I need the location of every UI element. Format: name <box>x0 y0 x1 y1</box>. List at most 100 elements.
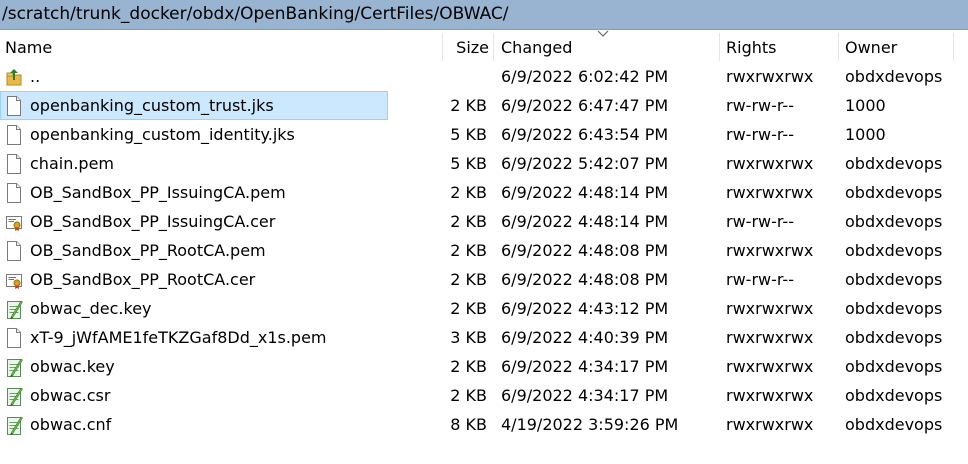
file-row[interactable]: OB_SandBox_PP_IssuingCA.pem 2 KB 6/9/2022 … <box>0 178 968 207</box>
file-icon <box>5 327 23 349</box>
file-name: openbanking_custom_identity.jks <box>30 125 295 144</box>
file-rights: rwxrwxrwx <box>726 67 814 86</box>
file-size: 2 KB <box>450 96 487 115</box>
file-name: obwac_dec.key <box>30 299 152 318</box>
file-owner: obdxdevops <box>845 270 943 289</box>
file-row[interactable]: obwac.key 2 KB 6/9/2022 4:34:17 PM rwxrwxrw… <box>0 352 968 381</box>
file-owner: obdxdevops <box>845 299 943 318</box>
file-owner: obdxdevops <box>845 67 943 86</box>
file-name: openbanking_custom_trust.jks <box>30 96 274 115</box>
file-changed: 6/9/2022 4:48:14 PM <box>501 183 669 202</box>
file-changed: 6/9/2022 4:34:17 PM <box>501 357 669 376</box>
file-owner: obdxdevops <box>845 386 943 405</box>
file-name: OB_SandBox_PP_RootCA.cer <box>30 270 256 289</box>
file-size: 3 KB <box>450 328 487 347</box>
file-size: 2 KB <box>450 241 487 260</box>
notepad-icon <box>5 414 23 436</box>
file-rights: rw-rw-r-- <box>726 125 794 144</box>
file-size: 2 KB <box>450 299 487 318</box>
file-name: xT-9_jWfAME1feTKZGaf8Dd_x1s.pem <box>30 328 327 347</box>
file-owner: 1000 <box>845 96 886 115</box>
file-rights: rwxrwxrwx <box>726 328 814 347</box>
file-size: 2 KB <box>450 386 487 405</box>
sort-descending-icon <box>597 30 609 37</box>
file-owner: obdxdevops <box>845 415 943 434</box>
file-size: 2 KB <box>450 183 487 202</box>
file-row[interactable]: openbanking_custom_identity.jks 5 KB 6/9/2… <box>0 120 968 149</box>
file-owner: obdxdevops <box>845 212 943 231</box>
file-rights: rwxrwxrwx <box>726 357 814 376</box>
column-header-owner[interactable]: Owner <box>845 31 897 62</box>
file-row[interactable]: obwac.csr 2 KB 6/9/2022 4:34:17 PM rwxrwxrw… <box>0 381 968 410</box>
file-changed: 4/19/2022 3:59:26 PM <box>501 415 679 434</box>
file-rights: rwxrwxrwx <box>726 386 814 405</box>
file-changed: 6/9/2022 4:34:17 PM <box>501 386 669 405</box>
column-divider[interactable] <box>719 33 720 61</box>
file-rights: rw-rw-r-- <box>726 212 794 231</box>
file-owner: 1000 <box>845 125 886 144</box>
file-row[interactable]: OB_SandBox_PP_RootCA.pem 2 KB 6/9/2022 4:4… <box>0 236 968 265</box>
file-rights: rwxrwxrwx <box>726 415 814 434</box>
notepad-icon <box>5 385 23 407</box>
file-owner: obdxdevops <box>845 328 943 347</box>
column-header-rights[interactable]: Rights <box>726 31 776 62</box>
file-rights: rwxrwxrwx <box>726 241 814 260</box>
parent-folder-icon <box>5 66 23 88</box>
column-header-size[interactable]: Size <box>456 31 489 62</box>
file-row[interactable]: .. 6/9/2022 6:02:42 PM rwxrwxrwx obdxdevops <box>0 62 968 91</box>
file-size: 2 KB <box>450 212 487 231</box>
file-row[interactable]: obwac.cnf 8 KB 4/19/2022 3:59:26 PM rwxrwxr… <box>0 410 968 439</box>
file-row[interactable]: obwac_dec.key 2 KB 6/9/2022 4:43:12 PM rwxr… <box>0 294 968 323</box>
column-header-name[interactable]: Name <box>5 31 52 62</box>
file-changed: 6/9/2022 6:43:54 PM <box>501 125 669 144</box>
file-size: 8 KB <box>450 415 487 434</box>
file-name: OB_SandBox_PP_IssuingCA.pem <box>30 183 286 202</box>
file-rights: rw-rw-r-- <box>726 96 794 115</box>
notepad-icon <box>5 356 23 378</box>
file-name: obwac.key <box>30 357 115 376</box>
path-text: /scratch/trunk_docker/obdx/OpenBanking/C… <box>2 4 509 24</box>
file-row[interactable]: openbanking_custom_trust.jks 2 KB 6/9/2022… <box>0 91 968 120</box>
file-rights: rwxrwxrwx <box>726 154 814 173</box>
file-icon <box>5 240 23 262</box>
file-name: OB_SandBox_PP_RootCA.pem <box>30 241 266 260</box>
file-size: 2 KB <box>450 357 487 376</box>
file-name: .. <box>30 67 41 86</box>
file-changed: 6/9/2022 4:48:08 PM <box>501 241 669 260</box>
file-row[interactable]: xT-9_jWfAME1feTKZGaf8Dd_x1s.pem 3 KB 6/9/2… <box>0 323 968 352</box>
file-owner: obdxdevops <box>845 357 943 376</box>
file-changed: 6/9/2022 6:02:42 PM <box>501 67 669 86</box>
file-icon <box>5 95 23 117</box>
file-owner: obdxdevops <box>845 154 943 173</box>
file-owner: obdxdevops <box>845 183 943 202</box>
certificate-icon <box>5 269 23 291</box>
file-size: 5 KB <box>450 154 487 173</box>
column-divider[interactable] <box>442 33 443 61</box>
file-rights: rw-rw-r-- <box>726 270 794 289</box>
column-header: Name Size Changed Rights Owner <box>0 31 968 62</box>
file-icon <box>5 182 23 204</box>
path-bar[interactable]: /scratch/trunk_docker/obdx/OpenBanking/C… <box>0 0 968 30</box>
file-name: obwac.csr <box>30 386 111 405</box>
certificate-icon <box>5 211 23 233</box>
file-icon <box>5 153 23 175</box>
file-row[interactable]: chain.pem 5 KB 6/9/2022 5:42:07 PM rwxrwxrw… <box>0 149 968 178</box>
file-name: OB_SandBox_PP_IssuingCA.cer <box>30 212 276 231</box>
column-divider[interactable] <box>838 33 839 61</box>
column-divider[interactable] <box>953 33 954 61</box>
file-changed: 6/9/2022 4:48:08 PM <box>501 270 669 289</box>
file-size: 5 KB <box>450 125 487 144</box>
file-changed: 6/9/2022 4:40:39 PM <box>501 328 669 347</box>
file-rights: rwxrwxrwx <box>726 299 814 318</box>
column-divider[interactable] <box>493 33 494 61</box>
file-name: obwac.cnf <box>30 415 112 434</box>
file-size: 2 KB <box>450 270 487 289</box>
file-row[interactable]: OB_SandBox_PP_IssuingCA.cer 2 KB 6/9/2022 … <box>0 207 968 236</box>
file-row[interactable]: OB_SandBox_PP_RootCA.cer 2 KB 6/9/2022 4:4… <box>0 265 968 294</box>
file-name: chain.pem <box>30 154 114 173</box>
file-rights: rwxrwxrwx <box>726 183 814 202</box>
notepad-icon <box>5 298 23 320</box>
column-header-changed[interactable]: Changed <box>501 31 572 62</box>
file-owner: obdxdevops <box>845 241 943 260</box>
file-icon <box>5 124 23 146</box>
